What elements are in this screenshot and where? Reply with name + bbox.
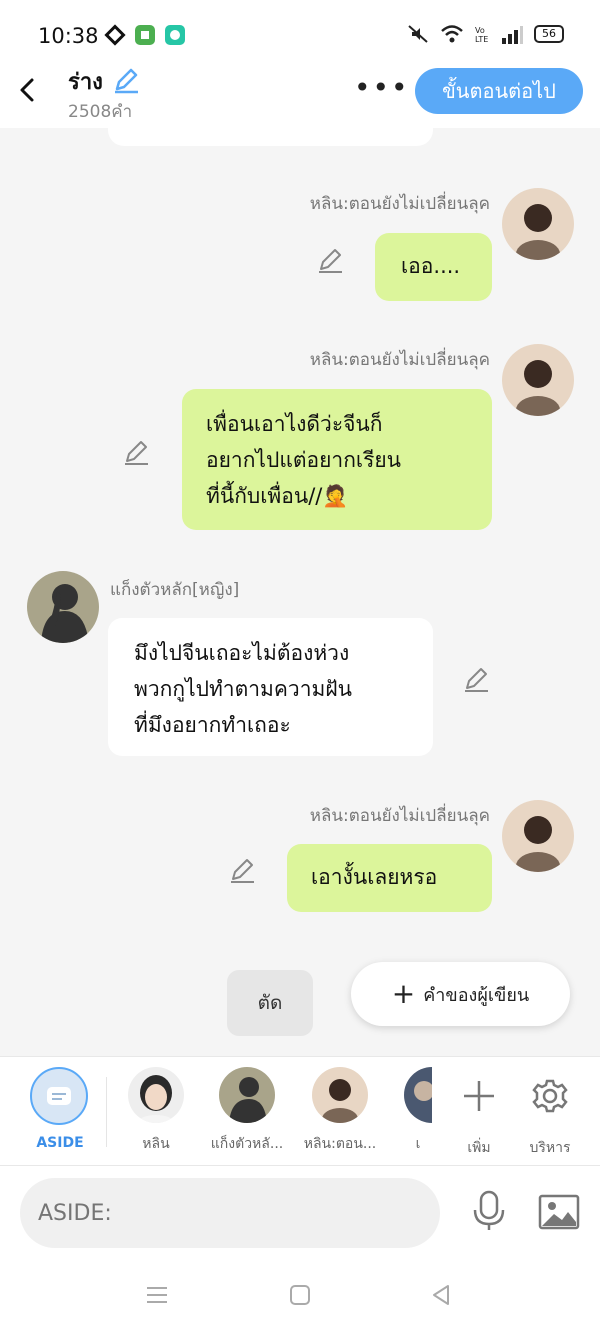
character-label: ASIDE (36, 1135, 84, 1151)
manage-label: บริหาร (529, 1140, 571, 1156)
microphone-icon[interactable] (466, 1188, 512, 1234)
author-words-button[interactable]: + คำของผู้เขียน (351, 962, 570, 1026)
message-bubble[interactable]: เพื่อนเอาไงดีว่ะจีนก็ อยากไปแต่อยากเรียน… (182, 389, 492, 530)
avatar-lin[interactable] (502, 344, 574, 416)
message-line: ที่นี้กับเพื่อน//🤦 (206, 484, 349, 508)
character-partial[interactable]: เ (404, 1067, 432, 1155)
message-bubble[interactable]: เอางั้นเลยหรอ (287, 844, 492, 912)
message-speaker: แก็งตัวหลัก[หญิง] (110, 580, 240, 600)
status-icons: Vo LTE 56 (406, 24, 564, 44)
page-title: ร่าง (68, 70, 103, 95)
character-aside[interactable]: ASIDE (30, 1067, 90, 1151)
more-options-button[interactable]: ••• (354, 74, 408, 102)
add-character-button[interactable]: เพิ่ม (454, 1067, 504, 1159)
message-speaker: หลิน:ตอนยังไม่เปลี่ยนลุค (309, 350, 490, 370)
svg-text:LTE: LTE (475, 35, 488, 44)
message-speaker: หลิน:ตอนยังไม่เปลี่ยนลุค (309, 194, 490, 214)
message-input[interactable] (20, 1178, 440, 1248)
home-icon[interactable] (287, 1282, 313, 1308)
menu-icon[interactable] (144, 1282, 170, 1308)
svg-text:Vo: Vo (475, 26, 485, 35)
message-line: พวกกูไปทำตามความฝัน (134, 677, 352, 701)
avatar-lin[interactable] (502, 800, 574, 872)
back-icon[interactable] (14, 72, 42, 108)
edit-message-icon[interactable] (462, 665, 490, 693)
gear-icon (532, 1079, 568, 1113)
divider (106, 1077, 107, 1147)
character-bar: ASIDE หลิน แก็งตัวหลั... หลิน:ตอน... เ เ… (0, 1056, 600, 1166)
input-area (0, 1166, 600, 1256)
character-main-gang[interactable]: แก็งตัวหลั... (205, 1067, 289, 1155)
avatar (219, 1067, 275, 1123)
message-line: เพื่อนเอาไงดีว่ะจีนก็ (206, 412, 383, 436)
back-nav-icon[interactable] (428, 1282, 454, 1308)
previous-message-card[interactable] (108, 120, 433, 146)
manage-button[interactable]: บริหาร (522, 1067, 578, 1159)
plus-icon: + (391, 977, 416, 1010)
message-line: มึงไปจีนเถอะไม่ต้องห่วง (134, 641, 350, 665)
app-green-icon (135, 25, 155, 45)
mute-icon (408, 25, 428, 43)
avatar (404, 1067, 432, 1123)
wifi-icon (441, 25, 463, 43)
edit-message-icon[interactable] (228, 856, 256, 884)
character-lin[interactable]: หลิน (126, 1067, 186, 1155)
message-bubble[interactable]: เออ.... (375, 233, 492, 301)
character-label: แก็งตัวหลั... (210, 1136, 284, 1152)
image-icon[interactable] (536, 1190, 582, 1236)
message-bubble[interactable]: มึงไปจีนเถอะไม่ต้องห่วง พวกกูไปทำตามความ… (108, 618, 433, 756)
author-words-label: คำของผู้เขียน (423, 984, 530, 1006)
avatar-lin[interactable] (502, 188, 574, 260)
character-label: หลิน:ตอน... (303, 1136, 377, 1152)
message-speaker: หลิน:ตอนยังไม่เปลี่ยนลุค (309, 806, 490, 826)
app-chat-icon (165, 25, 185, 45)
edit-title-icon[interactable] (112, 66, 140, 94)
next-step-button[interactable]: ขั้นตอนต่อไป (415, 68, 583, 114)
character-lin-before[interactable]: หลิน:ตอน... (298, 1067, 382, 1155)
avatar (128, 1067, 184, 1123)
cut-button[interactable]: ตัด (227, 970, 313, 1036)
edit-message-icon[interactable] (316, 246, 344, 274)
header: ร่าง 2508คำ ••• ขั้นตอนต่อไป (0, 62, 600, 128)
character-label: หลิน (142, 1136, 170, 1152)
avatar-main-gang[interactable] (27, 571, 99, 643)
battery-icon: 56 (534, 25, 564, 43)
system-nav-bar (0, 1256, 600, 1333)
plus-icon (464, 1081, 494, 1111)
signal-icon (502, 26, 523, 44)
status-time: 10:38 (38, 24, 99, 48)
message-line: ที่มึงอยากทำเถอะ (134, 713, 291, 737)
aside-icon (30, 1067, 88, 1125)
status-bar: 10:38 Vo LTE 56 (0, 0, 600, 62)
volte-icon: VoLTE (475, 26, 488, 44)
chat-area[interactable]: หลิน:ตอนยังไม่เปลี่ยนลุค เออ.... หลิน:ตอ… (0, 120, 600, 1056)
add-label: เพิ่ม (467, 1140, 491, 1156)
character-label: เ (415, 1136, 421, 1152)
edit-message-icon[interactable] (122, 438, 150, 466)
avatar (312, 1067, 368, 1123)
app-diamond-icon (104, 24, 126, 46)
message-line: อยากไปแต่อยากเรียน (206, 448, 402, 472)
